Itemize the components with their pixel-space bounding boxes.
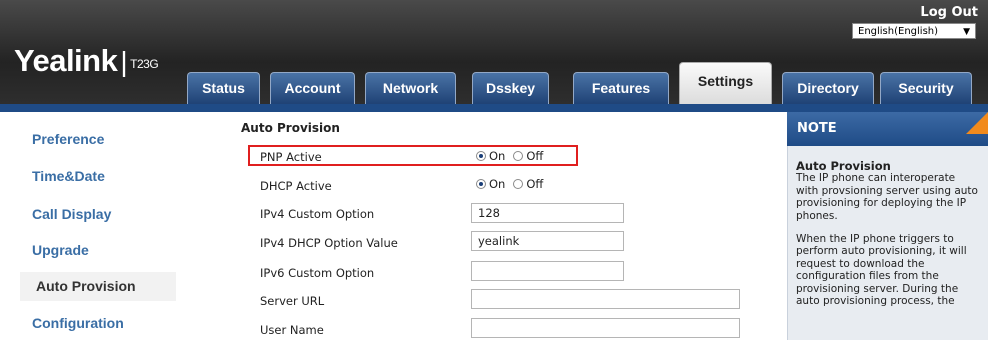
note-body: Auto Provision The IP phone can interope… [787,146,988,340]
section-title: Auto Provision [241,121,340,135]
tab-security[interactable]: Security [880,72,972,104]
note-corner-flag [966,112,988,134]
dhcp-active-label: DHCP Active [260,179,332,193]
header-bar: Log Out English(English) ▼ Yealink | T23G … [0,0,988,104]
dhcp-active-on-radio[interactable] [476,179,486,189]
logo-model: T23G [130,57,159,71]
tab-settings[interactable]: Settings [679,62,772,104]
tab-account[interactable]: Account [270,72,355,104]
note-title: Auto Provision [796,159,891,173]
pnp-active-on-radio[interactable] [476,151,486,161]
sidebar-item-auto-provision[interactable]: Auto Provision [20,272,176,301]
logo-brand: Yealink [14,43,118,78]
sidebar-item-configuration[interactable]: Configuration [20,309,188,338]
logo-separator: | [120,46,128,77]
tab-features[interactable]: Features [573,72,669,104]
note-paragraph-2: When the IP phone triggers to perform au… [796,233,967,308]
tab-dsskey[interactable]: Dsskey [472,72,549,104]
ipv4-custom-option-input[interactable]: 128 [471,203,624,223]
tab-network[interactable]: Network [365,72,456,104]
sidebar: Preference Time&Date Call Display Upgrad… [20,112,208,340]
sidebar-item-upgrade[interactable]: Upgrade [20,236,188,265]
main-content: Auto Provision PNP Active On Off DHCP Ac… [220,112,776,340]
dhcp-active-radio-group: On Off [476,177,551,191]
dhcp-active-off-radio[interactable] [513,179,524,189]
sidebar-item-time-date[interactable]: Time&Date [20,162,188,191]
language-select[interactable]: English(English) ▼ [852,23,976,39]
ipv6-custom-option-input[interactable] [471,261,624,281]
server-url-input[interactable] [471,289,740,309]
header-stripe [0,104,988,112]
ipv4-dhcp-option-value-input[interactable]: yealink [471,231,624,251]
yealink-logo: Yealink | T23G [14,43,159,79]
sidebar-item-call-display[interactable]: Call Display [20,200,188,229]
dhcp-active-off-label: Off [526,177,544,191]
ipv4-custom-option-label: IPv4 Custom Option [260,207,375,221]
pnp-active-on-label: On [489,149,506,163]
ipv4-dhcp-option-value-label: IPv4 DHCP Option Value [260,236,398,250]
tab-status[interactable]: Status [187,72,260,104]
note-paragraph-1: The IP phone can interoperate with provs… [796,172,978,222]
pnp-active-radio-group: On Off [476,149,551,163]
sidebar-item-preference[interactable]: Preference [20,125,188,154]
note-panel: NOTE Auto Provision The IP phone can int… [787,112,988,340]
pnp-active-off-label: Off [526,149,544,163]
logout-link[interactable]: Log Out [920,5,978,20]
language-select-value: English(English) [858,26,939,37]
user-name-input[interactable] [471,318,740,338]
chevron-down-icon: ▼ [963,27,970,37]
tab-directory[interactable]: Directory [782,72,874,104]
pnp-active-label: PNP Active [260,150,322,164]
note-header: NOTE [787,112,988,146]
server-url-label: Server URL [260,294,325,308]
pnp-active-off-radio[interactable] [513,151,524,161]
ipv6-custom-option-label: IPv6 Custom Option [260,266,375,280]
dhcp-active-on-label: On [489,177,506,191]
user-name-label: User Name [260,323,324,337]
